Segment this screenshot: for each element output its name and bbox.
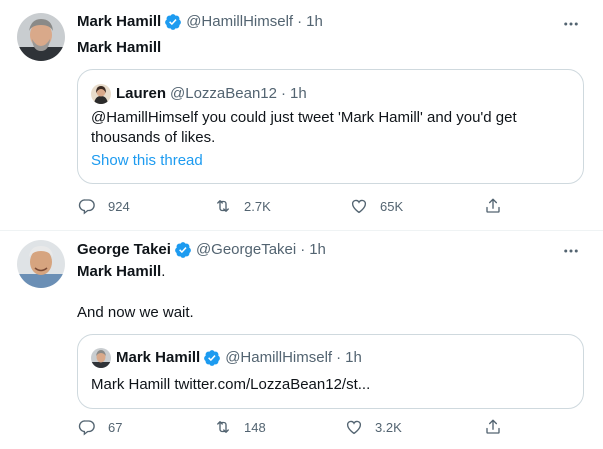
reply-button[interactable]: 67 (78, 418, 122, 436)
share-button[interactable] (484, 197, 502, 215)
quote-timestamp: 1h (290, 85, 307, 102)
quoted-tweet[interactable]: Lauren @LozzaBean12 · 1h @HamillHimself … (77, 69, 584, 184)
tweet-actions: 924 2.7K 65K (0, 197, 603, 217)
verified-badge-icon (164, 13, 182, 31)
show-thread-link[interactable]: Show this thread (91, 151, 203, 171)
author-name[interactable]: George Takei (77, 240, 171, 260)
like-count: 3.2K (375, 419, 402, 435)
quote-timestamp: 1h (345, 349, 362, 366)
more-icon[interactable] (561, 14, 581, 34)
author-name[interactable]: Mark Hamill (77, 12, 161, 32)
like-button[interactable]: 3.2K (345, 418, 402, 436)
timestamp[interactable]: 1h (309, 240, 326, 260)
tweet-text-bold: Mark Hamill (77, 263, 162, 280)
quoted-tweet[interactable]: Mark Hamill @HamillHimself · 1h Mark Ham… (77, 334, 584, 409)
reply-button[interactable]: 924 (78, 197, 130, 215)
tweet-text-line2: And now we wait. (77, 304, 194, 321)
tweet-text: Mark Hamill. (77, 262, 165, 282)
reply-count: 67 (108, 419, 123, 435)
retweet-count: 148 (244, 419, 266, 435)
retweet-icon (214, 197, 232, 215)
separator: · (297, 13, 303, 30)
tweet-mark-hamill[interactable]: Mark Hamill @HamillHimself · 1h Mark Ham… (0, 0, 603, 231)
retweet-icon (214, 418, 232, 436)
reply-icon (78, 418, 96, 436)
retweet-count: 2.7K (244, 198, 271, 214)
quote-avatar (91, 348, 111, 368)
tweet-text: Mark Hamill (77, 39, 162, 56)
author-handle[interactable]: @HamillHimself (186, 12, 293, 32)
tweet-george-takei[interactable]: George Takei @GeorgeTakei · 1h Mark Hami… (0, 231, 603, 449)
timestamp[interactable]: 1h (306, 12, 323, 32)
retweet-button[interactable]: 2.7K (214, 197, 271, 215)
quote-text: @HamillHimself you could just tweet 'Mar… (91, 109, 517, 146)
like-icon (345, 418, 363, 436)
separator: · (336, 349, 342, 366)
verified-badge-icon (174, 241, 192, 259)
quote-author-name: Mark Hamill (116, 349, 201, 366)
like-count: 65K (380, 198, 404, 214)
quote-avatar (91, 84, 111, 104)
verified-badge-icon (203, 349, 221, 367)
quote-author-handle: @HamillHimself (225, 349, 333, 366)
tweet-actions: 67 148 3.2K (0, 418, 603, 438)
share-icon (484, 418, 502, 436)
tweet-text-punct: . (161, 263, 166, 280)
quote-author-name: Lauren (116, 85, 167, 102)
avatar[interactable] (17, 13, 65, 61)
share-button[interactable] (484, 418, 502, 436)
reply-count: 924 (108, 198, 130, 214)
retweet-button[interactable]: 148 (214, 418, 266, 436)
like-button[interactable]: 65K (350, 197, 403, 215)
more-icon[interactable] (561, 241, 581, 261)
avatar[interactable] (17, 240, 65, 288)
like-icon (350, 197, 368, 215)
author-handle[interactable]: @GeorgeTakei (196, 240, 296, 260)
quote-author-handle: @LozzaBean12 (170, 85, 277, 102)
separator: · (300, 241, 306, 258)
quote-text: Mark Hamill twitter.com/LozzaBean12/st..… (91, 376, 371, 393)
share-icon (484, 197, 502, 215)
separator: · (281, 85, 286, 102)
reply-icon (78, 197, 96, 215)
